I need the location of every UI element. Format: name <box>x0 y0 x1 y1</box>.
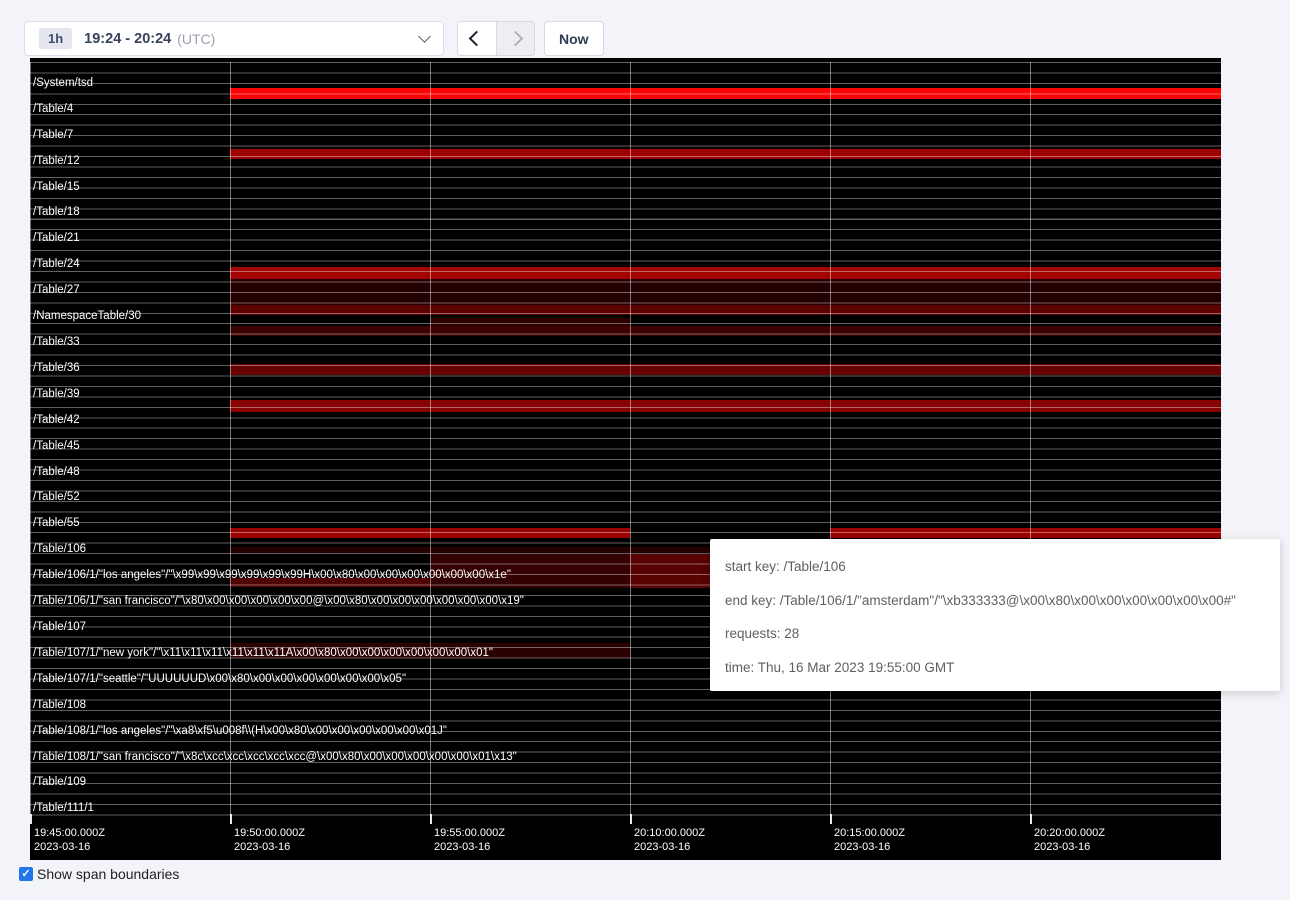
chevron-left-icon <box>469 31 485 47</box>
tooltip-start-key: start key: /Table/106 <box>725 550 1265 584</box>
time-axis-label: 20:15:00.000Z2023-03-16 <box>834 826 905 854</box>
time-gridline <box>30 62 31 824</box>
row-label: /Table/24 <box>33 257 80 271</box>
time-axis-label: 19:55:00.000Z2023-03-16 <box>434 826 505 854</box>
heatmap-span[interactable] <box>230 305 1221 315</box>
heatmap-span[interactable] <box>230 267 1221 279</box>
heatmap-span[interactable] <box>230 364 1221 375</box>
heatmap-span[interactable] <box>230 326 1221 336</box>
row-label: /Table/107/1/"new york"/"\x11\x11\x11\x1… <box>33 646 493 660</box>
axis-time: 19:50:00.000Z <box>234 826 305 840</box>
axis-date: 2023-03-16 <box>834 840 905 854</box>
axis-time: 19:45:00.000Z <box>34 826 105 840</box>
row-label: /Table/107/1/"seattle"/"UUUUUUD\x00\x80\… <box>33 672 406 686</box>
duration-badge: 1h <box>39 28 72 49</box>
row-label: /Table/21 <box>33 231 80 245</box>
axis-tick <box>1030 814 1032 824</box>
row-label: /Table/48 <box>33 465 80 479</box>
axis-date: 2023-03-16 <box>234 840 305 854</box>
row-label: /Table/52 <box>33 490 80 504</box>
toolbar: 1h 19:24 - 20:24 (UTC) Now <box>0 0 1290 58</box>
axis-tick <box>430 814 432 824</box>
row-label: /Table/15 <box>33 180 80 194</box>
row-label: /Table/55 <box>33 516 80 530</box>
row-label: /Table/111/1 <box>33 801 94 815</box>
time-range-selector[interactable]: 1h 19:24 - 20:24 (UTC) <box>24 21 444 56</box>
row-label: /Table/7 <box>33 128 73 142</box>
row-label: /Table/42 <box>33 413 80 427</box>
time-gridline <box>630 62 631 824</box>
time-range-text: 19:24 - 20:24 <box>84 31 171 47</box>
row-label: /Table/45 <box>33 439 80 453</box>
axis-time: 20:10:00.000Z <box>634 826 705 840</box>
time-axis-label: 19:50:00.000Z2023-03-16 <box>234 826 305 854</box>
row-label: /Table/4 <box>33 102 73 116</box>
heatmap-span[interactable] <box>230 149 1221 159</box>
axis-tick <box>30 814 32 824</box>
row-label: /Table/106/1/"san francisco"/"\x80\x00\x… <box>33 594 524 608</box>
chevron-down-icon <box>418 30 431 43</box>
time-nav-group <box>457 21 535 56</box>
axis-date: 2023-03-16 <box>1034 840 1105 854</box>
span-tooltip: start key: /Table/106 end key: /Table/10… <box>710 539 1280 691</box>
row-label: /Table/36 <box>33 361 80 375</box>
row-label: /Table/106/1/"los angeles"/"\x99\x99\x99… <box>33 568 511 582</box>
footer: ✓ Show span boundaries <box>19 866 179 882</box>
tooltip-time: time: Thu, 16 Mar 2023 19:55:00 GMT <box>725 651 1265 685</box>
row-label: /Table/108/1/"san francisco"/"\x8c\xcc\x… <box>33 750 517 764</box>
axis-date: 2023-03-16 <box>34 840 105 854</box>
axis-time: 20:15:00.000Z <box>834 826 905 840</box>
time-axis-label: 19:45:00.000Z2023-03-16 <box>34 826 105 854</box>
span-boundaries-overlay <box>30 62 1221 824</box>
axis-date: 2023-03-16 <box>434 840 505 854</box>
heatmap-span[interactable] <box>430 318 630 326</box>
row-label: /Table/107 <box>33 620 86 634</box>
now-button[interactable]: Now <box>544 21 604 56</box>
row-label: /Table/39 <box>33 387 80 401</box>
row-label: /Table/33 <box>33 335 80 349</box>
heatmap-span[interactable] <box>230 400 1221 412</box>
axis-tick <box>630 814 632 824</box>
heatmap-span[interactable] <box>230 88 1221 99</box>
row-label: /Table/12 <box>33 154 80 168</box>
time-axis-label: 20:20:00.000Z2023-03-16 <box>1034 826 1105 854</box>
previous-interval-button[interactable] <box>458 22 496 55</box>
row-label: /Table/108 <box>33 698 86 712</box>
row-label: /NamespaceTable/30 <box>33 309 141 323</box>
row-label: /Table/109 <box>33 775 86 789</box>
chevron-right-icon <box>507 31 523 47</box>
row-label: /Table/106 <box>33 542 86 556</box>
row-label: /Table/27 <box>33 283 80 297</box>
heatmap-span[interactable] <box>830 528 1221 538</box>
axis-tick <box>830 814 832 824</box>
show-span-boundaries-checkbox[interactable]: ✓ <box>19 867 33 881</box>
time-gridline <box>230 62 231 824</box>
time-gridline <box>430 62 431 824</box>
axis-tick <box>230 814 232 824</box>
time-axis-label: 20:10:00.000Z2023-03-16 <box>634 826 705 854</box>
show-span-boundaries-label: Show span boundaries <box>37 866 179 882</box>
tooltip-requests: requests: 28 <box>725 617 1265 651</box>
heatmap[interactable]: /System/tsd/Table/4/Table/7/Table/12/Tab… <box>30 58 1221 860</box>
row-label: /Table/108/1/"los angeles"/"\xa8\xf5\u00… <box>33 724 447 738</box>
tooltip-end-key: end key: /Table/106/1/"amsterdam"/"\xb33… <box>725 584 1265 618</box>
row-label: /Table/18 <box>33 205 80 219</box>
axis-date: 2023-03-16 <box>634 840 705 854</box>
row-label: /System/tsd <box>33 76 93 90</box>
axis-time: 19:55:00.000Z <box>434 826 505 840</box>
timezone-text: (UTC) <box>177 31 215 47</box>
heatmap-span[interactable] <box>230 279 1221 305</box>
next-interval-button[interactable] <box>496 22 535 55</box>
time-gridline <box>1030 62 1031 824</box>
axis-time: 20:20:00.000Z <box>1034 826 1105 840</box>
time-gridline <box>830 62 831 824</box>
